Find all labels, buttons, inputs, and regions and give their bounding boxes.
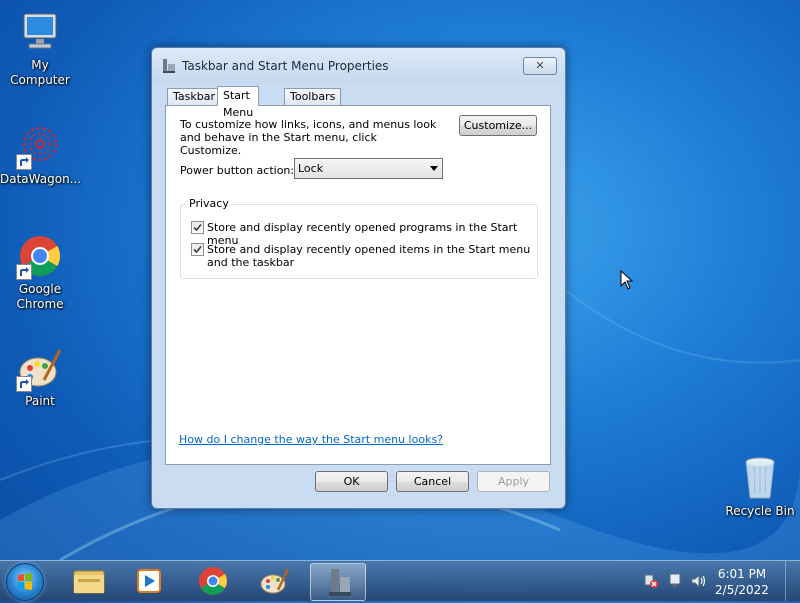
media-player-icon [137, 569, 161, 593]
volume-icon[interactable] [690, 573, 706, 589]
taskbar-chrome[interactable] [186, 563, 240, 599]
desktop-icon-datawagon[interactable]: DataWagon... [0, 122, 82, 187]
show-desktop-button[interactable] [785, 561, 800, 601]
dialog-title: Taskbar and Start Menu Properties [182, 59, 389, 73]
network-error-icon[interactable] [644, 573, 658, 589]
cancel-button[interactable]: Cancel [396, 471, 469, 492]
shortcut-arrow-icon [16, 264, 32, 280]
taskbar: 6:01 PM 2/5/2022 [0, 560, 800, 601]
desktop-icon-label: Recycle Bin [725, 504, 795, 518]
power-button-label: Power button action: [180, 164, 295, 177]
taskbar-properties-window[interactable] [310, 563, 366, 601]
tab-start-menu[interactable]: Start Menu [217, 86, 260, 119]
desktop-icon-label: Google Chrome [16, 282, 64, 311]
desktop-icon-my-computer[interactable]: My Computer [0, 8, 80, 88]
checkmark-icon [193, 245, 202, 254]
action-center-icon[interactable] [668, 573, 682, 589]
clock-time: 6:01 PM [717, 567, 767, 581]
chrome-icon [16, 232, 64, 280]
checkbox[interactable] [191, 221, 204, 234]
ok-button[interactable]: OK [315, 471, 388, 492]
help-link[interactable]: How do I change the way the Start menu l… [179, 433, 443, 446]
chrome-icon [199, 567, 227, 595]
start-menu-panel: To customize how links, icons, and menus… [165, 105, 551, 465]
desktop-icon-label: Paint [25, 394, 55, 408]
computer-icon [16, 8, 64, 56]
desktop-icon-label: DataWagon... [0, 172, 82, 186]
close-button[interactable]: ✕ [523, 57, 557, 75]
start-button[interactable] [6, 563, 44, 601]
paint-icon [260, 568, 290, 594]
windows-logo-icon [18, 573, 32, 590]
intro-text: To customize how links, icons, and menus… [180, 118, 437, 157]
taskbar-properties-dialog: Taskbar and Start Menu Properties ✕ Task… [151, 47, 566, 509]
desktop-icon-recycle-bin[interactable]: Recycle Bin [720, 454, 800, 519]
customize-button[interactable]: Customize... [459, 115, 537, 136]
clock-date: 2/5/2022 [715, 583, 769, 597]
privacy-group-title: Privacy [187, 197, 231, 210]
checkbox[interactable] [191, 243, 204, 256]
recycle-bin-icon [736, 454, 784, 502]
mouse-cursor-icon [620, 270, 634, 290]
chevron-down-icon [430, 166, 438, 171]
desktop-icon-label: My Computer [10, 58, 70, 87]
tab-taskbar[interactable]: Taskbar [167, 88, 221, 105]
desktop-icon-chrome[interactable]: Google Chrome [0, 232, 80, 312]
apply-button[interactable]: Apply [477, 471, 550, 492]
taskbar-explorer[interactable] [62, 563, 116, 599]
privacy-group: Privacy Store and display recently opene… [180, 197, 538, 279]
shortcut-arrow-icon [16, 376, 32, 392]
folder-icon [73, 570, 105, 594]
taskbar-media-player[interactable] [122, 563, 176, 599]
checkbox-label: Store and display recently opened items … [207, 243, 531, 269]
shortcut-arrow-icon [16, 154, 32, 170]
checkmark-icon [193, 223, 202, 232]
power-button-select[interactable]: Lock [294, 158, 443, 179]
taskbar-properties-icon [329, 569, 351, 596]
power-button-value: Lock [298, 162, 324, 175]
datawagon-icon [16, 122, 64, 170]
desktop-icon-paint[interactable]: Paint [0, 344, 80, 409]
tab-toolbars[interactable]: Toolbars [284, 88, 342, 105]
system-clock[interactable]: 6:01 PM 2/5/2022 [712, 566, 772, 598]
dialog-titlebar[interactable]: Taskbar and Start Menu Properties ✕ [152, 48, 565, 84]
taskbar-properties-icon [163, 59, 175, 73]
paint-icon [16, 344, 64, 392]
taskbar-paint[interactable] [248, 563, 302, 599]
